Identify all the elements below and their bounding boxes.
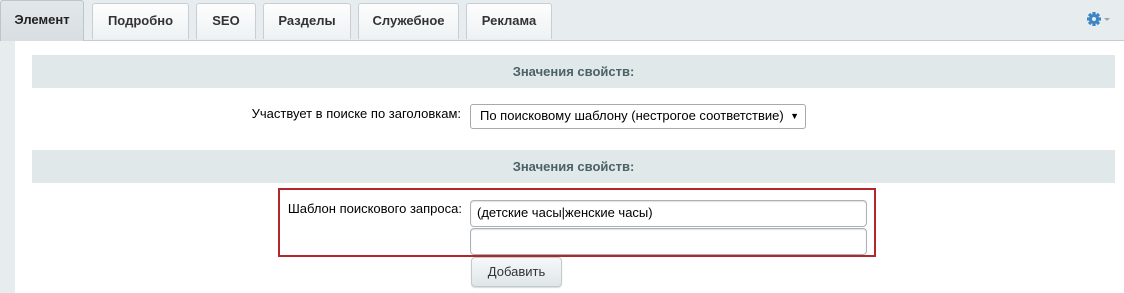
section-header-properties: Значения свойств: (32, 55, 1115, 88)
settings-menu-button[interactable] (1084, 10, 1114, 30)
dropdown-arrow-icon: ▼ (790, 111, 799, 121)
element-form-panel: Значения свойств: Участвует в поиске по … (15, 41, 1124, 293)
section-header-properties-2: Значения свойств: (32, 150, 1115, 183)
tab-advertising[interactable]: Реклама (466, 3, 552, 39)
search-by-titles-select[interactable]: По поисковому шаблону (нестрогое соответ… (470, 104, 806, 129)
tab-seo[interactable]: SEO (196, 3, 256, 39)
tab-details[interactable]: Подробно (92, 3, 189, 39)
add-button[interactable]: Добавить (471, 257, 562, 287)
tab-service[interactable]: Служебное (358, 3, 459, 39)
gear-icon (1087, 12, 1110, 26)
search-by-titles-label: Участвует в поиске по заголовкам: (251, 106, 461, 121)
tab-bar: Элемент Подробно SEO Разделы Служебное Р… (0, 0, 1124, 41)
search-by-titles-value: По поисковому шаблону (нестрогое соответ… (480, 108, 784, 123)
chevron-down-icon (1104, 18, 1110, 21)
search-template-input-2[interactable] (470, 228, 867, 255)
tab-element[interactable]: Элемент (0, 0, 84, 41)
search-template-label: Шаблон поискового запроса: (287, 201, 462, 216)
tab-sections[interactable]: Разделы (263, 3, 351, 39)
search-template-input-1[interactable]: (детские часы|женские часы) (470, 200, 867, 227)
